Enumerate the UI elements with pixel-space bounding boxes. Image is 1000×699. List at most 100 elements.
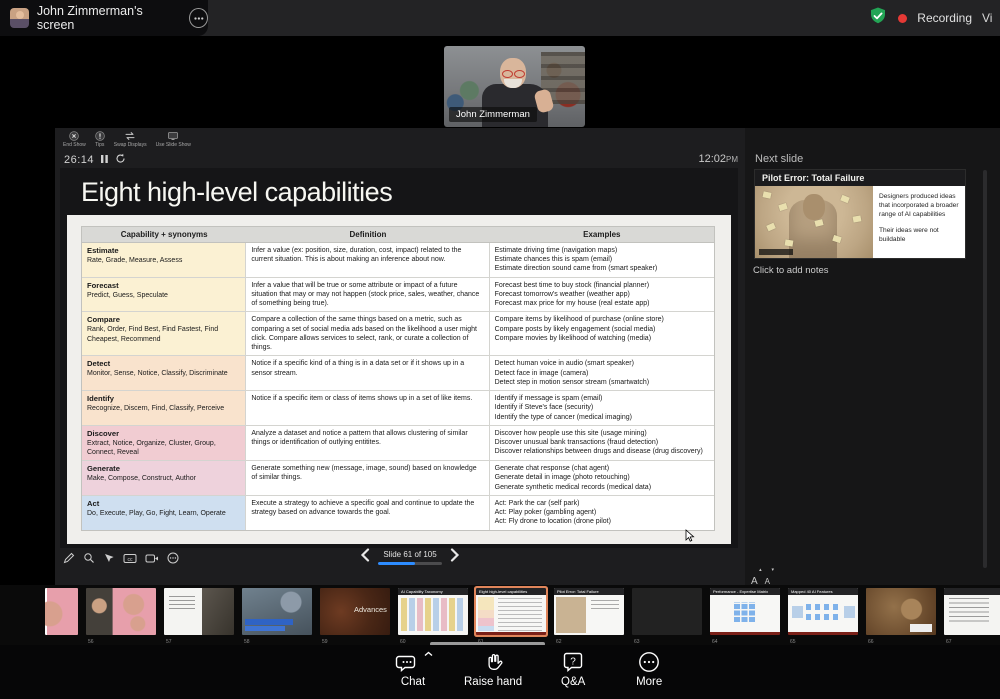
table-row: CompareRank, Order, Find Best, Find Fast… — [82, 312, 714, 356]
capability-definition: Infer a value that will be true or some … — [246, 278, 489, 312]
capability-examples: Identify if message is spam (email) Iden… — [490, 391, 714, 425]
filmstrip-slide[interactable]: 57 — [164, 588, 234, 645]
raise-hand-button[interactable]: Raise hand — [464, 651, 522, 688]
next-slide-button[interactable] — [450, 548, 460, 567]
table-row: EstimateRate, Grade, Measure, Assess Inf… — [82, 243, 714, 278]
swap-displays-button[interactable]: Swap Displays — [114, 131, 147, 148]
mouse-cursor — [685, 529, 695, 548]
restart-timer-icon[interactable] — [115, 151, 126, 169]
zoom-meeting-window: John Zimmerman's screen Recording Vi Joh… — [0, 0, 1000, 699]
tips-button[interactable]: Tips — [95, 131, 105, 148]
raise-hand-icon — [483, 651, 503, 673]
next-slide-title: Pilot Error: Total Failure — [755, 170, 965, 186]
capability-examples: Forecast best time to buy stock (financi… — [490, 278, 714, 312]
capability-name: Discover — [87, 429, 240, 439]
slide-thumbnail-title: Advances — [320, 606, 390, 613]
slide-thumbnail-title: Pilot Error: Total Failure — [554, 588, 624, 595]
qa-button[interactable]: ? Q&A — [548, 651, 598, 688]
capability-synonyms: Rate, Grade, Measure, Assess — [87, 257, 182, 264]
filmstrip-slide[interactable]: Eight high-level capabilities 61 — [476, 588, 546, 645]
slide-counter: Slide 61 of 105 — [383, 550, 436, 559]
capability-table: Capability + synonyms Definition Example… — [81, 226, 715, 531]
slide-thumbnail-title: Performance - Expertise Matrix — [710, 588, 780, 595]
pen-icon[interactable] — [63, 552, 75, 564]
svg-text:?: ? — [570, 657, 576, 668]
capability-name: Identify — [87, 394, 240, 404]
next-slide-preview[interactable]: Pilot Error: Total Failure Designers pro… — [755, 170, 965, 258]
qa-icon: ? — [562, 651, 584, 673]
timer-value: 26:14 — [64, 154, 94, 166]
speaker-notes-field[interactable]: Click to add notes — [753, 265, 829, 276]
security-shield-icon[interactable] — [868, 6, 888, 31]
capability-examples: Discover how people use this site (usage… — [490, 426, 714, 460]
presenter-controls: End Show Tips Swap Displays Use Slide Sh… — [63, 131, 191, 148]
laser-pointer-icon[interactable] — [103, 552, 115, 564]
capability-definition: Infer a value (ex: position, size, durat… — [246, 243, 489, 277]
filmstrip-slide[interactable]: 56 — [86, 588, 156, 645]
use-slide-show-button[interactable]: Use Slide Show — [156, 131, 191, 148]
table-header-row: Capability + synonyms Definition Example… — [82, 227, 714, 243]
capability-examples: Generate chat response (chat agent) Gene… — [490, 461, 714, 495]
meeting-top-bar: John Zimmerman's screen Recording Vi — [0, 0, 1000, 36]
screen-share-tab[interactable]: John Zimmerman's screen — [0, 0, 208, 36]
notes-scrollbar[interactable] — [983, 170, 987, 568]
filmstrip-slide[interactable]: 63 — [632, 588, 702, 645]
capability-synonyms: Recognize, Discern, Find, Classify, Perc… — [87, 405, 224, 412]
next-slide-panel: Next slide Pilot Error: Total Failure De… — [745, 128, 1000, 585]
chat-menu-chevron-icon[interactable] — [424, 651, 433, 657]
filmstrip-slide[interactable]: Mapped 40 AI Features 65 — [788, 588, 858, 645]
filmstrip-slide[interactable] — [45, 588, 78, 645]
capability-definition: Execute a strategy to achieve a specific… — [246, 496, 489, 530]
next-slide-image — [755, 186, 873, 258]
capability-definition: Generate something new (message, image, … — [246, 461, 489, 495]
capability-name: Generate — [87, 464, 240, 474]
slide-body: Capability + synonyms Definition Example… — [67, 215, 731, 544]
capability-synonyms: Monitor, Sense, Notice, Classify, Discri… — [87, 370, 228, 377]
capability-synonyms: Do, Execute, Play, Go, Fight, Learn, Ope… — [87, 510, 226, 517]
capability-table-body: EstimateRate, Grade, Measure, Assess Inf… — [82, 243, 714, 530]
filmstrip-slide[interactable]: Advances 59 — [320, 588, 390, 645]
next-slide-bullet: Designers produced ideas that incorporat… — [879, 192, 960, 220]
filmstrip-slide[interactable]: 66 — [866, 588, 936, 645]
end-show-button[interactable]: End Show — [63, 131, 86, 148]
magnifier-icon[interactable] — [83, 552, 95, 564]
slide-thumbnail-title: Eight high-level capabilities — [476, 588, 546, 595]
annotation-toolbar: cc — [63, 552, 179, 564]
filmstrip-slide[interactable]: 58 — [242, 588, 312, 645]
capability-definition: Notice if a specific kind of a thing is … — [246, 356, 489, 390]
participant-video[interactable]: John Zimmerman — [444, 46, 585, 127]
slide-progress-fill — [378, 562, 415, 566]
capability-examples: Compare items by likelihood of purchase … — [490, 312, 714, 355]
more-tools-icon[interactable] — [167, 552, 179, 564]
table-row: ActDo, Execute, Play, Go, Fight, Learn, … — [82, 496, 714, 530]
participant-name-label: John Zimmerman — [449, 107, 537, 122]
capability-examples: Act: Park the car (self park) Act: Play … — [490, 496, 714, 530]
slide-title: Eight high-level capabilities — [81, 177, 392, 208]
filmstrip-slide[interactable]: AI Capability Taxonomy 60 — [398, 588, 468, 645]
slide-progress-bar[interactable] — [378, 562, 442, 566]
capability-name: Estimate — [87, 246, 240, 256]
more-button[interactable]: More — [624, 651, 674, 688]
table-row: DetectMonitor, Sense, Notice, Classify, … — [82, 356, 714, 391]
presentation-timer: 26:14 — [64, 151, 126, 169]
pause-timer-icon[interactable] — [100, 151, 109, 169]
capability-definition: Notice if a specific item or class of it… — [246, 391, 489, 425]
current-slide: Eight high-level capabilities Capability… — [60, 168, 738, 548]
capability-definition: Compare a collection of the same things … — [246, 312, 489, 355]
next-slide-label: Next slide — [755, 153, 803, 165]
table-row: ForecastPredict, Guess, Speculate Infer … — [82, 278, 714, 313]
view-menu-button[interactable]: Vi — [982, 11, 1000, 25]
filmstrip-slide[interactable]: Pilot Error: Total Failure 62 — [554, 588, 624, 645]
camera-icon[interactable] — [145, 553, 159, 564]
filmstrip-slide[interactable]: 67 — [944, 588, 1000, 645]
image-credit-label — [759, 249, 793, 255]
previous-slide-button[interactable] — [360, 548, 370, 567]
shared-screen-content: End Show Tips Swap Displays Use Slide Sh… — [55, 128, 1000, 585]
filmstrip-slide[interactable]: Performance - Expertise Matrix 64 — [710, 588, 780, 645]
closed-captions-icon[interactable]: cc — [123, 553, 137, 564]
column-header: Examples — [490, 227, 714, 242]
chat-button[interactable]: Chat — [388, 651, 438, 688]
table-row: DiscoverExtract, Notice, Organize, Clust… — [82, 426, 714, 461]
share-options-menu-button[interactable] — [189, 8, 208, 28]
more-icon — [638, 651, 660, 673]
